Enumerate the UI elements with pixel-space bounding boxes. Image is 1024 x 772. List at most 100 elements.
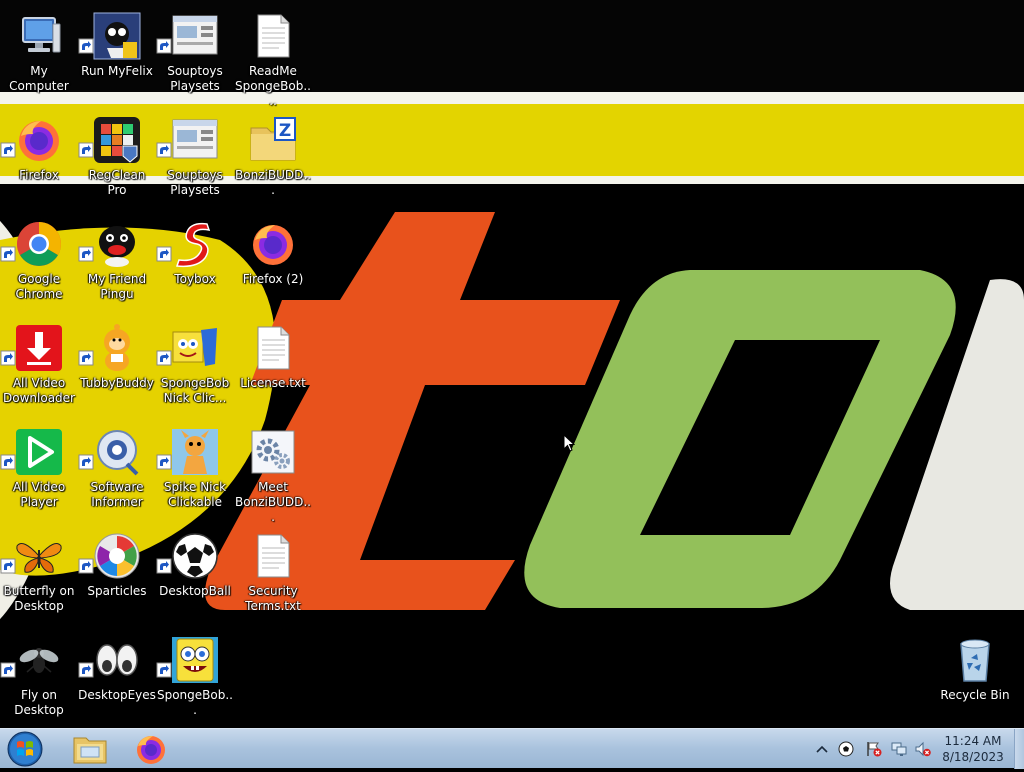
desktop-icon-recycle-bin[interactable]: Recycle Bin <box>936 630 1014 730</box>
readme-text-file-icon <box>249 12 297 60</box>
icon-label: Sparticles <box>87 584 147 598</box>
network-icon[interactable] <box>891 741 907 757</box>
show-hidden-icons-chevron-icon[interactable] <box>814 741 830 757</box>
icon-label: Souptoys Playsets <box>167 64 223 93</box>
desktop-icon-run-myfelix[interactable]: Run MyFelix <box>78 6 156 106</box>
shortcut-arrow-icon <box>78 246 94 262</box>
icon-label: My Friend Pingu <box>87 272 147 301</box>
desktop-icon-spongebob[interactable]: SpongeBob... <box>156 630 234 730</box>
icon-label: SpongeBob Nick Clic... <box>160 376 230 405</box>
shortcut-arrow-icon <box>0 662 16 678</box>
shortcut-arrow-icon <box>78 558 94 574</box>
desktop-icon-my-computer[interactable]: My Computer <box>0 6 78 106</box>
souptoys-playsets-icon <box>171 12 219 60</box>
desktop-icon-toybox[interactable]: Toybox <box>156 214 234 314</box>
eyes-icon <box>93 636 141 684</box>
recycle-bin-icon <box>951 636 999 684</box>
icon-label: Software Informer <box>90 480 144 509</box>
desktop-icon-souptoys-playsets-2[interactable]: Souptoys Playsets <box>156 110 234 210</box>
desktop-icon-spongebob-nick-clickable[interactable]: SpongeBob Nick Clic... <box>156 318 234 418</box>
icon-label: Souptoys Playsets <box>167 168 223 197</box>
download-arrow-icon <box>15 324 63 372</box>
action-center-flag-icon[interactable] <box>866 741 882 757</box>
software-informer-icon <box>93 428 141 476</box>
desktop-icon-fly-on-desktop[interactable]: Fly on Desktop <box>0 630 78 730</box>
shortcut-arrow-icon <box>78 38 94 54</box>
taskbar-firefox-button[interactable] <box>125 731 177 767</box>
icon-label: Toybox <box>174 272 216 286</box>
soccer-ball-tray-icon[interactable] <box>838 741 854 757</box>
icon-label: Butterfly on Desktop <box>3 584 75 613</box>
desktop-icon-desktopball[interactable]: DesktopBall <box>156 526 234 626</box>
icon-label: Spike Nick Clickable <box>163 480 227 509</box>
shortcut-arrow-icon <box>156 142 172 158</box>
icon-label: My Computer <box>9 64 69 93</box>
shortcut-arrow-icon <box>156 454 172 470</box>
tubbybuddy-icon <box>93 324 141 372</box>
file-explorer-icon <box>73 737 107 764</box>
desktop-icon-readme-spongebob[interactable]: ReadMe SpongeBob.... <box>234 6 312 108</box>
icon-label: Firefox (2) <box>242 272 304 286</box>
shortcut-arrow-icon <box>0 142 16 158</box>
desktop-icon-tubbybuddy[interactable]: TubbyBuddy <box>78 318 156 418</box>
icon-label: Run MyFelix <box>81 64 153 78</box>
shortcut-arrow-icon <box>156 38 172 54</box>
icon-label: Meet BonziBUDD... <box>235 480 311 524</box>
icon-label: Google Chrome <box>15 272 63 301</box>
desktop-icon-my-friend-pingu[interactable]: My Friend Pingu <box>78 214 156 314</box>
soccer-ball-icon <box>171 532 219 580</box>
windows-orb-icon <box>7 731 43 767</box>
spike-nick-icon <box>171 428 219 476</box>
butterfly-icon <box>15 532 63 580</box>
shortcut-arrow-icon <box>78 662 94 678</box>
shortcut-arrow-icon <box>156 246 172 262</box>
desktop-icon-all-video-downloader[interactable]: All Video Downloader <box>0 318 78 418</box>
icon-label: DesktopEyes <box>78 688 156 702</box>
show-desktop-button[interactable] <box>1014 729 1024 769</box>
desktop-icon-spike-nick-clickable[interactable]: Spike Nick Clickable <box>156 422 234 522</box>
system-clock[interactable]: 11:24 AM 8/18/2023 <box>935 733 1011 765</box>
svg-text:Z: Z <box>279 121 291 141</box>
volume-muted-icon[interactable] <box>915 741 931 757</box>
icon-label: BonziBUDD... <box>235 168 311 197</box>
google-chrome-icon <box>15 220 63 268</box>
icon-label: Fly on Desktop <box>14 688 64 717</box>
pingu-icon <box>93 220 141 268</box>
taskbar-file-explorer-button[interactable] <box>64 731 116 767</box>
shortcut-arrow-icon <box>0 558 16 574</box>
desktop-icon-sparticles[interactable]: Sparticles <box>78 526 156 626</box>
desktop-icon-license-txt[interactable]: License.txt <box>234 318 312 418</box>
text-file-icon <box>249 324 297 372</box>
desktop-icon-firefox-2[interactable]: Firefox (2) <box>234 214 312 314</box>
shortcut-arrow-icon <box>156 662 172 678</box>
shortcut-arrow-icon <box>0 454 16 470</box>
shortcut-arrow-icon <box>156 558 172 574</box>
icon-label: Security Terms.txt <box>245 584 301 613</box>
regclean-pro-icon <box>93 116 141 164</box>
start-button[interactable] <box>5 730 45 768</box>
desktop-icon-software-informer[interactable]: Software Informer <box>78 422 156 522</box>
desktop-icon-bonzibuddy-zip[interactable]: Z BonziBUDD... <box>234 110 312 210</box>
firefox-icon <box>249 220 297 268</box>
my-computer-icon <box>15 12 63 60</box>
desktop-icon-security-terms[interactable]: Security Terms.txt <box>234 526 312 626</box>
desktop-icon-souptoys-playsets[interactable]: Souptoys Playsets <box>156 6 234 106</box>
shortcut-arrow-icon <box>156 350 172 366</box>
icon-label: DesktopBall <box>159 584 231 598</box>
shortcut-arrow-icon <box>78 454 94 470</box>
fly-icon <box>15 636 63 684</box>
desktop-icon-meet-bonzibuddy[interactable]: Meet BonziBUDD... <box>234 422 312 524</box>
desktop-icon-firefox[interactable]: Firefox <box>0 110 78 210</box>
desktop-icon-all-video-player[interactable]: All Video Player <box>0 422 78 522</box>
desktop-icon-butterfly-on-desktop[interactable]: Butterfly on Desktop <box>0 526 78 626</box>
zip-folder-icon: Z <box>249 116 297 164</box>
icon-label: SpongeBob... <box>156 688 233 717</box>
desktop-icon-google-chrome[interactable]: Google Chrome <box>0 214 78 314</box>
taskbar: 11:24 AM 8/18/2023 <box>0 728 1024 769</box>
shortcut-arrow-icon <box>0 246 16 262</box>
desktop-icon-regclean-pro[interactable]: RegClean Pro <box>78 110 156 210</box>
icon-label: License.txt <box>240 376 306 390</box>
desktop-icon-desktopeyes[interactable]: DesktopEyes <box>78 630 156 730</box>
icon-label: Recycle Bin <box>940 688 1010 702</box>
firefox-icon <box>137 736 165 764</box>
